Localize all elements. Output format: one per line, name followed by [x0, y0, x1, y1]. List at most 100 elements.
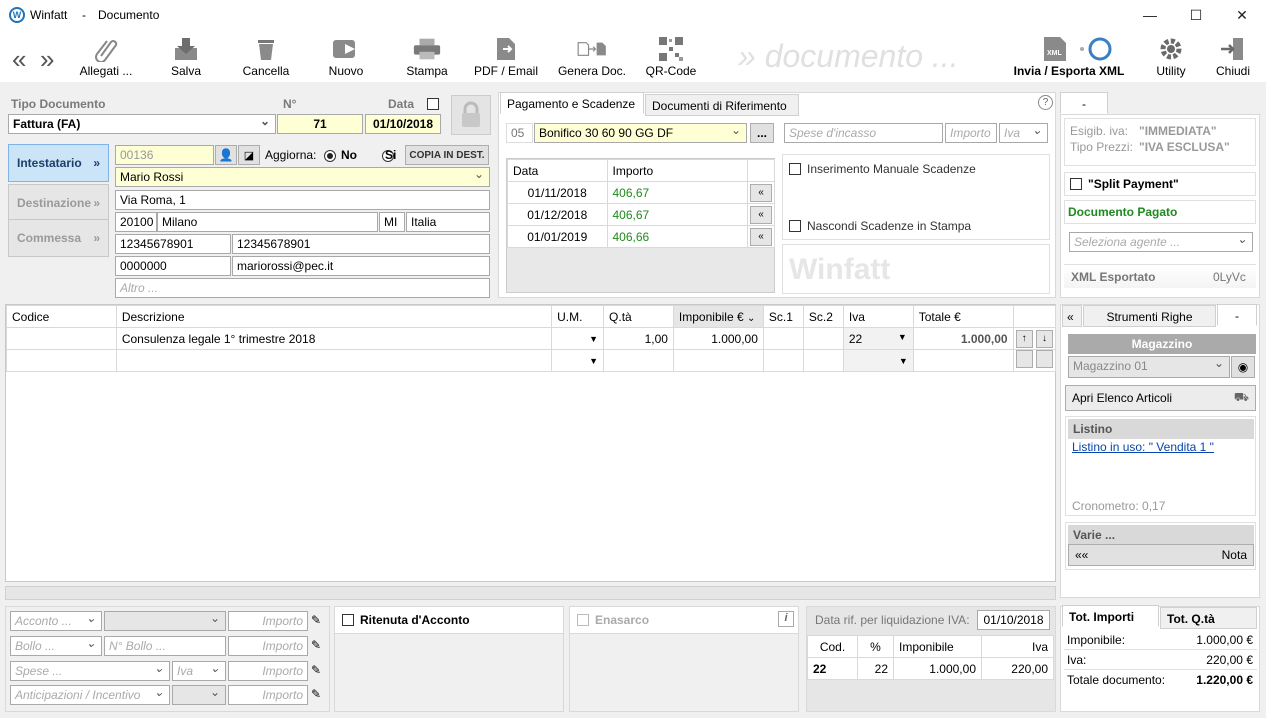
line-descrizione[interactable]: Consulenza legale 1° trimestre 2018 [115, 327, 553, 350]
varie-nota-button[interactable]: «« Nota [1068, 544, 1254, 566]
prev-document-button[interactable]: « [12, 44, 26, 75]
line-um-select[interactable]: ▼ [551, 327, 605, 350]
line-sc1[interactable] [762, 327, 804, 350]
bollo-clear-icon[interactable]: ✎ [311, 638, 321, 652]
lock-button[interactable] [451, 95, 491, 135]
move-down-button[interactable]: ↓ [1035, 329, 1053, 348]
ritenuta-checkbox[interactable] [342, 614, 354, 626]
eraser-button[interactable]: ◪ [238, 145, 260, 165]
commessa-button[interactable]: Commessa » [8, 219, 109, 257]
acconto-select[interactable]: Acconto ... [10, 611, 102, 631]
spese-importo-field[interactable]: Importo [945, 123, 997, 143]
allegati-button[interactable]: Allegati ... [76, 30, 136, 82]
altro-field[interactable]: Altro ... [115, 278, 490, 298]
numero-field[interactable]: 71 [277, 114, 363, 134]
table-row[interactable]: Consulenza legale 1° trimestre 2018 ▼ 1,… [6, 327, 1057, 350]
salva-button[interactable]: Salva [160, 30, 212, 82]
genera-doc-button[interactable]: Genera Doc. [554, 30, 630, 82]
line-qta[interactable]: 1,00 [603, 327, 674, 350]
spese-incasso-field[interactable]: Spese d'incasso [784, 123, 943, 143]
line-descrizione-empty[interactable] [115, 349, 553, 372]
inserimento-manuale-checkbox[interactable] [789, 163, 801, 175]
line-imponibile-empty[interactable] [672, 349, 764, 372]
next-document-button[interactable]: » [40, 44, 54, 75]
line-codice[interactable] [6, 327, 117, 350]
partita-iva-field[interactable]: 12345678901 [115, 234, 231, 254]
data-field[interactable]: 01/10/2018 [365, 114, 441, 134]
line-um-select[interactable]: ▼ [551, 349, 605, 372]
anticipazioni-importo-field[interactable]: Importo [228, 685, 308, 705]
intestatario-button[interactable]: Intestatario » [8, 144, 109, 182]
line-qta-empty[interactable] [603, 349, 674, 372]
spese-importo-field[interactable]: Importo [228, 661, 308, 681]
address-field[interactable]: Via Roma, 1 [115, 190, 490, 210]
acconto-type-select[interactable] [104, 611, 226, 631]
acconto-clear-icon[interactable]: ✎ [311, 613, 321, 627]
city-field[interactable]: Milano [157, 212, 378, 232]
minimize-button[interactable]: — [1140, 5, 1160, 25]
table-row[interactable]: 01/11/2018 406,67 « [507, 181, 776, 204]
data-checkbox[interactable] [427, 98, 439, 110]
magazzino-view-button[interactable]: ◉ [1231, 356, 1255, 378]
destinazione-button[interactable]: Destinazione» [8, 184, 109, 222]
line-totale-empty[interactable] [912, 349, 1014, 372]
anticipazioni-iva-select[interactable] [172, 685, 226, 705]
tab-tot-qta[interactable]: Tot. Q.tà [1160, 607, 1257, 629]
copia-in-dest-button[interactable]: COPIA IN DEST. [405, 145, 489, 165]
nascondi-scadenze-checkbox[interactable] [789, 220, 801, 232]
qr-code-button[interactable]: QR-Code [642, 30, 700, 82]
cancella-button[interactable]: Cancella [238, 30, 294, 82]
line-iva-select[interactable]: 22 ▼ [842, 327, 914, 350]
bollo-importo-field[interactable]: Importo [228, 636, 308, 656]
close-window-button[interactable]: ✕ [1232, 5, 1252, 25]
line-sc2-empty[interactable] [802, 349, 844, 372]
payment-more-button[interactable]: ... [750, 123, 774, 143]
nuovo-button[interactable]: Nuovo [320, 30, 372, 82]
split-payment-checkbox[interactable] [1070, 178, 1082, 190]
move-down-button[interactable] [1035, 350, 1053, 368]
invia-esporta-xml-button[interactable]: XML Invia / Esporta XML [1010, 30, 1128, 82]
line-sc2[interactable] [802, 327, 844, 350]
agente-select[interactable]: Seleziona agente ... [1069, 232, 1253, 252]
payment-code-field[interactable]: 05 [506, 123, 533, 143]
table-row[interactable]: 01/01/2019 406,66 « [507, 225, 776, 248]
codice-fiscale-field[interactable]: 12345678901 [232, 234, 490, 254]
anticipazioni-select[interactable]: Anticipazioni / Incentivo [10, 685, 170, 705]
customer-code-field[interactable]: 00136 [115, 145, 214, 165]
bollo-select[interactable]: Bollo ... [10, 636, 102, 656]
maximize-button[interactable]: ☐ [1186, 5, 1206, 25]
spese-clear-icon[interactable]: ✎ [311, 663, 321, 677]
data-rif-field[interactable]: 01/10/2018 [977, 610, 1050, 630]
listino-link[interactable]: Listino in uso: " Vendita 1 " [1072, 440, 1214, 454]
country-field[interactable]: Italia [406, 212, 490, 232]
table-row[interactable]: 01/12/2018 406,67 « [507, 203, 776, 226]
horizontal-scrollbar[interactable] [5, 586, 1056, 600]
scadenza-insert-button[interactable]: « [749, 205, 772, 224]
line-codice-empty[interactable] [6, 349, 117, 372]
strumenti-nav-button[interactable]: « [1062, 305, 1082, 327]
tab-strumenti-righe[interactable]: Strumenti Righe [1083, 305, 1216, 327]
apri-elenco-articoli-button[interactable]: Apri Elenco Articoli ⛟ [1065, 385, 1256, 411]
stampa-button[interactable]: Stampa [400, 30, 454, 82]
tab-right-info[interactable]: - [1060, 92, 1108, 114]
move-up-button[interactable] [1015, 350, 1033, 368]
tipo-documento-select[interactable]: Fattura (FA) [8, 114, 276, 134]
help-icon[interactable]: ? [1038, 95, 1053, 110]
line-iva-select[interactable]: ▼ [842, 349, 914, 372]
chiudi-button[interactable]: Chiudi [1210, 30, 1256, 82]
tab-strumenti-other[interactable]: - [1217, 304, 1257, 326]
scadenza-insert-button[interactable]: « [749, 183, 772, 202]
cap-field[interactable]: 20100 [115, 212, 157, 232]
info-icon[interactable]: i [778, 611, 794, 627]
scadenza-insert-button[interactable]: « [749, 227, 772, 246]
aggiorna-no-radio[interactable] [324, 149, 336, 162]
line-imponibile[interactable]: 1.000,00 [672, 327, 764, 350]
tab-documenti-riferimento[interactable]: Documenti di Riferimento [645, 94, 799, 116]
customer-lookup-button[interactable]: 👤 [215, 145, 237, 165]
province-field[interactable]: MI [379, 212, 405, 232]
acconto-importo-field[interactable]: Importo [228, 611, 308, 631]
line-sc1-empty[interactable] [762, 349, 804, 372]
col-imponibile[interactable]: Imponibile € ⌄ [672, 305, 764, 328]
spese-select[interactable]: Spese ... [10, 661, 170, 681]
utility-button[interactable]: Utility [1148, 30, 1194, 82]
